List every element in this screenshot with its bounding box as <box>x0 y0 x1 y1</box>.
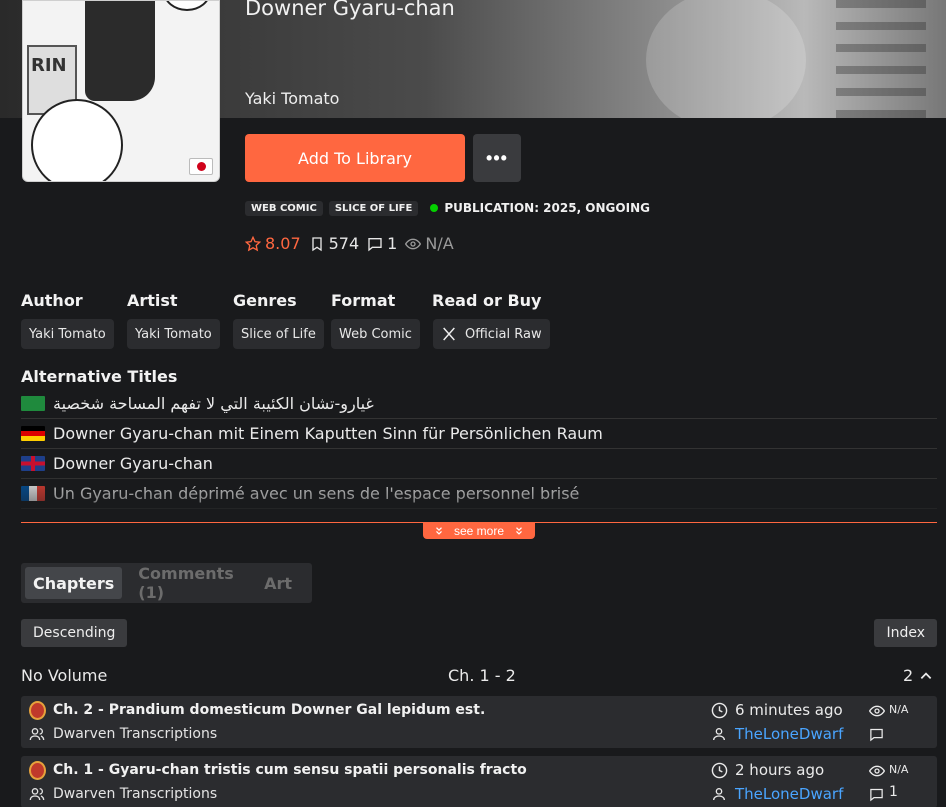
follows-stat: 574 <box>309 234 360 253</box>
manga-title: Downer Gyaru-chan <box>245 0 455 20</box>
genre-chip[interactable]: Slice of Life <box>233 319 324 349</box>
germany-flag-icon <box>21 426 45 441</box>
volume-range: Ch. 1 - 2 <box>448 666 516 685</box>
comment-icon[interactable] <box>869 787 884 802</box>
user-icon <box>713 728 725 741</box>
eye-icon <box>869 705 885 717</box>
group-badge-icon <box>29 701 46 720</box>
users-icon <box>29 788 45 801</box>
official-raw-link[interactable]: Official Raw <box>433 319 550 349</box>
alt-title-text: Downer Gyaru-chan <box>53 454 213 473</box>
rating-value: 8.07 <box>265 234 301 253</box>
saudi-flag-icon <box>21 396 45 411</box>
status-dot-icon <box>430 204 439 212</box>
tab-chapters[interactable]: Chapters <box>25 567 123 599</box>
chevron-up-icon <box>920 671 932 679</box>
manga-author-link[interactable]: Yaki Tomato <box>245 89 339 108</box>
star-icon <box>245 235 261 251</box>
alt-titles-list: غيارو-تشان الكئيبة التي لا تفهم المساحة … <box>21 389 937 523</box>
uk-flag-icon <box>21 456 45 471</box>
tab-art[interactable]: Art <box>256 567 300 599</box>
official-raw-label: Official Raw <box>465 326 542 342</box>
eye-icon <box>405 238 422 249</box>
users-icon <box>29 728 45 741</box>
group-badge-icon <box>29 761 46 780</box>
clock-icon <box>711 702 728 719</box>
rating-stat[interactable]: 8.07 <box>245 234 301 253</box>
chevrons-down-icon <box>436 527 442 535</box>
stats-bar: 8.07 574 1 N/A <box>245 234 462 253</box>
comments-value: 1 <box>387 234 398 253</box>
cover-speech-bubble <box>31 99 123 181</box>
france-flag-icon <box>21 486 45 501</box>
content-tabs: Chapters Comments (1) Art <box>21 563 312 603</box>
chapter-time: 6 minutes ago <box>735 701 843 719</box>
read-or-buy-heading: Read or Buy <box>432 291 542 310</box>
banner-art <box>646 0 806 118</box>
banner-art-text <box>836 0 926 118</box>
follows-value: 574 <box>328 234 360 253</box>
volume-count: 2 <box>903 666 914 685</box>
chapter-time: 2 hours ago <box>735 761 825 779</box>
cover-image[interactable]: RIN <box>22 0 220 182</box>
more-options-button[interactable]: ••• <box>473 134 521 182</box>
format-chip[interactable]: Web Comic <box>331 319 420 349</box>
genres-heading: Genres <box>233 291 297 310</box>
tag-web-comic[interactable]: Web Comic <box>245 200 323 216</box>
tag-slice-of-life[interactable]: Slice of Life <box>328 200 419 216</box>
chevrons-down-icon <box>516 527 522 535</box>
eye-icon <box>869 765 885 777</box>
format-heading: Format <box>331 291 396 310</box>
chapter-row[interactable]: Ch. 1 - Gyaru-chan tristis cum sensu spa… <box>21 756 937 807</box>
scanlation-group[interactable]: Dwarven Transcriptions <box>53 726 217 742</box>
author-heading: Author <box>21 291 83 310</box>
comment-icon[interactable] <box>869 727 884 742</box>
alt-title-item: Downer Gyaru-chan <box>21 449 937 479</box>
chapter-title[interactable]: Ch. 1 - Gyaru-chan tristis cum sensu spa… <box>53 762 527 778</box>
publication-status: PUBLICATION: 2025, ONGOING <box>430 201 650 215</box>
chapter-row[interactable]: Ch. 2 - Prandium domesticum Downer Gal l… <box>21 696 937 748</box>
artist-heading: Artist <box>127 291 178 310</box>
views-value: N/A <box>425 234 454 253</box>
see-more-label: see more <box>453 524 505 538</box>
add-to-library-button[interactable]: Add To Library <box>245 134 465 182</box>
alt-title-text: Downer Gyaru-chan mit Einem Kaputten Sin… <box>53 424 603 443</box>
comment-icon <box>368 237 382 251</box>
cover-speech-bubble-top <box>163 1 211 11</box>
author-chip[interactable]: Yaki Tomato <box>21 319 114 349</box>
publication-text: PUBLICATION: 2025, ONGOING <box>444 201 650 215</box>
tab-comments[interactable]: Comments (1) <box>130 564 248 602</box>
x-logo-icon <box>443 327 455 341</box>
volume-toggle[interactable]: 2 <box>903 666 933 685</box>
bookmark-icon <box>311 236 322 251</box>
views-stat: N/A <box>405 234 454 253</box>
tag-list: Web Comic Slice of Life PUBLICATION: 202… <box>245 199 650 217</box>
user-icon <box>713 788 725 801</box>
artist-chip[interactable]: Yaki Tomato <box>127 319 220 349</box>
alt-title-text: Un Gyaru-chan déprimé avec un sens de l'… <box>53 484 580 503</box>
uploader-link[interactable]: TheLoneDwarf <box>735 725 843 743</box>
alt-title-item: Un Gyaru-chan déprimé avec un sens de l'… <box>21 479 937 509</box>
sort-order-button[interactable]: Descending <box>21 619 128 647</box>
chapter-views: N/A <box>889 763 909 776</box>
comments-stat[interactable]: 1 <box>367 234 397 253</box>
scanlation-group[interactable]: Dwarven Transcriptions <box>53 786 217 802</box>
index-button[interactable]: Index <box>874 619 937 647</box>
japan-flag-icon <box>189 158 213 175</box>
volume-name: No Volume <box>21 666 108 685</box>
alt-titles-heading: Alternative Titles <box>21 367 178 386</box>
chapter-title[interactable]: Ch. 2 - Prandium domesticum Downer Gal l… <box>53 702 485 718</box>
alt-title-item: غيارو-تشان الكئيبة التي لا تفهم المساحة … <box>21 389 937 419</box>
uploader-link[interactable]: TheLoneDwarf <box>735 785 843 803</box>
see-more-button[interactable]: see more <box>423 523 535 539</box>
cover-figure <box>85 1 155 101</box>
chapter-comments[interactable]: 1 <box>889 784 898 800</box>
clock-icon <box>711 762 728 779</box>
chapter-views: N/A <box>889 703 909 716</box>
alt-title-text: غيارو-تشان الكئيبة التي لا تفهم المساحة … <box>53 394 374 413</box>
alt-title-item: Downer Gyaru-chan mit Einem Kaputten Sin… <box>21 419 937 449</box>
